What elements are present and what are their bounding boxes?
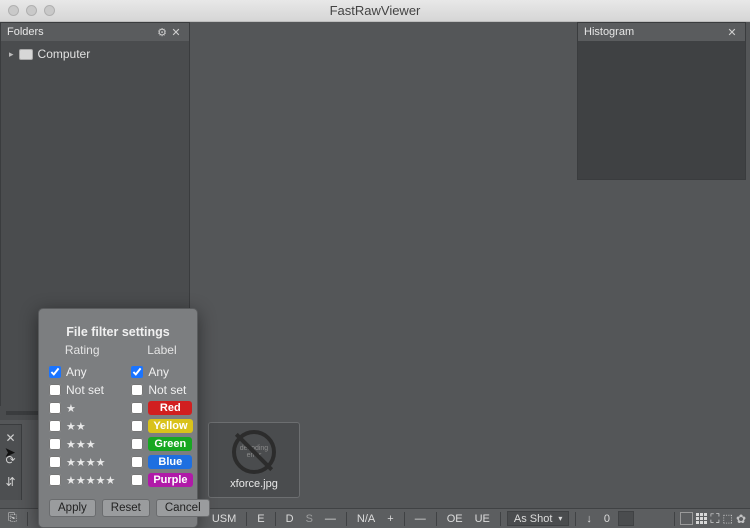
wb-temp-value: 0 <box>600 513 614 525</box>
histogram-panel-title: Histogram <box>584 26 634 38</box>
zoom-window-button[interactable] <box>44 5 55 16</box>
shadows-toggle[interactable]: S <box>302 513 317 525</box>
rating-notset-checkbox[interactable] <box>49 384 61 396</box>
label-purple-checkbox[interactable] <box>131 474 143 486</box>
label-red-checkbox[interactable] <box>131 402 143 414</box>
dash-label-2: — <box>411 513 430 525</box>
window-title: FastRawViewer <box>0 3 750 18</box>
label-green-swatch: Green <box>148 437 192 451</box>
whitebalance-value: As Shot <box>514 513 553 525</box>
dialog-title: File filter settings <box>49 325 187 339</box>
usm-toggle[interactable]: USM <box>208 513 240 525</box>
dash-label: — <box>321 513 340 525</box>
thumbnail-item[interactable]: decoding error xforce.jpg <box>208 422 300 498</box>
folder-tree-item-computer[interactable]: ▸ Computer <box>9 47 181 61</box>
exposure-plus[interactable]: + <box>383 513 397 525</box>
settings-icon[interactable]: ✿ <box>736 512 746 526</box>
rating-1star-checkbox[interactable] <box>49 402 61 414</box>
histogram-body <box>578 41 745 179</box>
gear-icon[interactable]: ⚙ <box>155 26 169 39</box>
rating-4star-checkbox[interactable] <box>49 456 61 468</box>
details-toggle[interactable]: D <box>282 513 298 525</box>
fit-icon[interactable]: ⬚ <box>723 512 733 525</box>
stars-4: ★★★★ <box>66 456 105 469</box>
rating-notset-label: Not set <box>66 383 104 397</box>
folders-panel-header: Folders ⚙ ✕ <box>1 23 189 41</box>
na-label: N/A <box>353 513 379 525</box>
reset-button[interactable]: Reset <box>102 499 150 517</box>
grid-view-icon[interactable] <box>696 513 707 524</box>
folder-tree-item-label: Computer <box>38 47 91 61</box>
cancel-button[interactable]: Cancel <box>156 499 210 517</box>
thumbnail-filename: xforce.jpg <box>230 478 278 490</box>
label-notset-label: Not set <box>148 383 186 397</box>
stars-2: ★★ <box>66 420 86 433</box>
label-notset-checkbox[interactable] <box>131 384 143 396</box>
label-header: Label <box>131 343 192 357</box>
stars-5: ★★★★★ <box>66 474 115 487</box>
stars-1: ★ <box>66 402 76 415</box>
overexposure-toggle[interactable]: OE <box>443 513 467 525</box>
file-filter-dialog: File filter settings Rating Any Not set … <box>38 308 198 528</box>
filmstrip-toolbar: ✕ ⟳ ⇵ <box>0 424 22 500</box>
rating-any-label: Any <box>66 365 87 379</box>
rating-2star-checkbox[interactable] <box>49 420 61 432</box>
label-blue-checkbox[interactable] <box>131 456 143 468</box>
stars-3: ★★★ <box>66 438 96 451</box>
label-any-label: Any <box>148 365 169 379</box>
exposure-toggle[interactable]: E <box>253 513 268 525</box>
label-green-checkbox[interactable] <box>131 438 143 450</box>
histogram-panel-header: Histogram ✕ <box>578 23 745 41</box>
rating-any-checkbox[interactable] <box>49 366 61 378</box>
titlebar: FastRawViewer <box>0 0 750 22</box>
label-red-swatch: Red <box>148 401 192 415</box>
fullscreen-icon[interactable]: ⛶ <box>710 511 719 527</box>
label-yellow-swatch: Yellow <box>148 419 192 433</box>
minimize-window-button[interactable] <box>26 5 37 16</box>
close-icon[interactable]: ✕ <box>169 26 183 39</box>
open-folder-icon[interactable]: ⎘ <box>4 512 21 525</box>
rating-column: Rating Any Not set ★ ★★ ★★★ ★★★★ ★★★★★ <box>49 343 115 489</box>
close-window-button[interactable] <box>8 5 19 16</box>
window-controls <box>8 5 55 16</box>
computer-icon <box>19 49 33 60</box>
down-arrow-icon[interactable]: ↓ <box>582 513 596 525</box>
chevron-down-icon: ▾ <box>558 514 562 523</box>
rating-3star-checkbox[interactable] <box>49 438 61 450</box>
close-icon[interactable]: ✕ <box>725 26 739 39</box>
rating-header: Rating <box>49 343 115 357</box>
label-yellow-checkbox[interactable] <box>131 420 143 432</box>
underexposure-toggle[interactable]: UE <box>471 513 494 525</box>
label-any-checkbox[interactable] <box>131 366 143 378</box>
close-filmstrip-icon[interactable]: ✕ <box>4 431 18 445</box>
folders-panel-title: Folders <box>7 26 44 38</box>
rating-5star-checkbox[interactable] <box>49 474 61 486</box>
filter-icon[interactable]: ⟳ <box>4 453 18 467</box>
sort-icon[interactable]: ⇵ <box>4 475 18 489</box>
chevron-right-icon[interactable]: ▸ <box>9 49 14 60</box>
wb-tint-box[interactable] <box>618 511 634 526</box>
label-purple-swatch: Purple <box>148 473 192 487</box>
histogram-panel: Histogram ✕ <box>577 22 746 180</box>
label-column: Label Any Not set Red Yellow Green Blue … <box>131 343 192 489</box>
apply-button[interactable]: Apply <box>49 499 96 517</box>
label-blue-swatch: Blue <box>148 455 192 469</box>
thumbnail-error-text: decoding error <box>236 445 272 459</box>
folder-tree: ▸ Computer <box>1 41 189 67</box>
single-view-icon[interactable] <box>680 512 693 525</box>
no-preview-icon: decoding error <box>232 430 276 474</box>
whitebalance-dropdown[interactable]: As Shot ▾ <box>507 511 570 526</box>
